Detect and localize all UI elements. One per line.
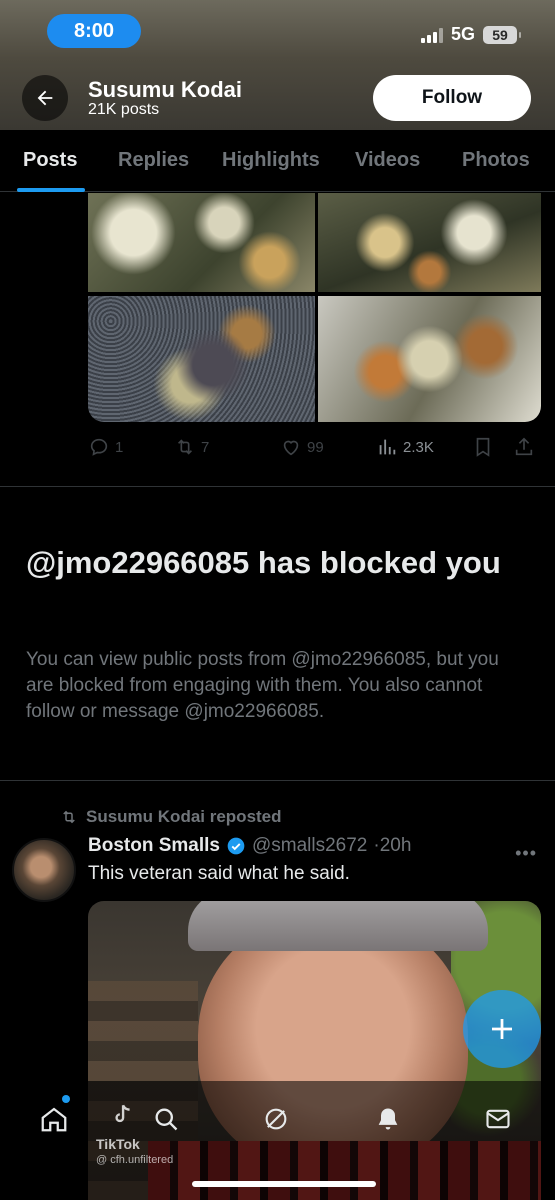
repost-label: Susumu Kodai reposted — [86, 807, 282, 826]
views-icon — [379, 439, 396, 455]
repost-count: 7 — [201, 438, 210, 456]
divider — [0, 780, 555, 781]
repost-icon — [177, 439, 193, 455]
share-icon — [515, 437, 533, 456]
repost-button[interactable]: 7 — [174, 436, 209, 458]
profile-header: 8:00 5G 59 Susumu Kodai 21K posts Follow — [0, 0, 555, 130]
watermark-app: TikTok — [96, 1136, 140, 1152]
profile-post-count: 21K posts — [88, 101, 160, 118]
like-button[interactable]: 99 — [280, 436, 324, 458]
tiktok-watermark: TikTok @ cfh.unfiltered — [96, 1136, 173, 1168]
reply-count: 1 — [115, 438, 124, 456]
post-media-grid — [88, 193, 541, 422]
tab-replies[interactable]: Replies — [118, 149, 189, 172]
more-options-icon[interactable]: ••• — [515, 843, 537, 864]
view-count: 2.3K — [403, 438, 434, 456]
active-tab-indicator — [17, 188, 85, 192]
nav-home[interactable] — [38, 1103, 70, 1135]
blocked-title: @jmo22966085 has blocked you — [26, 545, 501, 580]
avatar[interactable] — [12, 838, 76, 902]
bookmark-icon — [476, 437, 490, 457]
bookmark-button[interactable] — [472, 436, 494, 458]
search-icon — [155, 1108, 178, 1131]
profile-tabs: Posts Replies Highlights Videos Photos — [0, 130, 555, 192]
repost-indicator: Susumu Kodai reposted — [60, 807, 282, 827]
notification-dot — [62, 1095, 70, 1103]
tab-highlights[interactable]: Highlights — [222, 149, 320, 172]
heart-icon — [283, 440, 299, 456]
status-time: 8:00 — [47, 14, 141, 48]
nav-grok[interactable] — [260, 1103, 292, 1135]
nav-search[interactable] — [150, 1103, 182, 1135]
compose-post-button[interactable] — [463, 990, 541, 1068]
bell-icon — [378, 1108, 398, 1130]
signal-icon — [420, 27, 443, 43]
follow-button[interactable]: Follow — [373, 75, 531, 121]
repost-icon — [63, 810, 75, 824]
reply-button[interactable]: 1 — [88, 436, 123, 458]
battery-icon: 59 — [483, 25, 521, 44]
status-indicators: 5G 59 — [420, 24, 521, 45]
tab-photos[interactable]: Photos — [462, 149, 530, 172]
tweet-author: Boston Smalls @smalls2672 ·20h — [88, 835, 411, 857]
like-count: 99 — [307, 438, 324, 456]
blocked-description: You can view public posts from @jmo22966… — [26, 649, 499, 722]
grok-icon — [265, 1108, 287, 1130]
tweet-text: This veteran said what he said. — [88, 863, 350, 884]
tiktok-logo-icon — [106, 1099, 138, 1131]
envelope-icon — [486, 1109, 510, 1129]
back-button[interactable] — [22, 75, 68, 121]
author-handle[interactable]: @smalls2672 — [252, 835, 367, 857]
home-indicator — [192, 1181, 376, 1187]
video-person-cap — [188, 901, 488, 951]
post-photo[interactable] — [88, 193, 315, 292]
share-button[interactable] — [513, 436, 535, 458]
nav-messages[interactable] — [482, 1103, 514, 1135]
home-icon — [41, 1107, 67, 1132]
views-button[interactable]: 2.3K — [376, 436, 434, 458]
tab-posts[interactable]: Posts — [23, 149, 77, 172]
profile-name: Susumu Kodai — [88, 77, 243, 102]
nav-notifications[interactable] — [372, 1103, 404, 1135]
reply-icon — [90, 438, 108, 456]
verified-badge-icon — [227, 837, 245, 855]
post-photo[interactable] — [88, 296, 315, 422]
battery-level: 59 — [492, 26, 508, 43]
post-action-bar: 1 7 99 2.3K — [88, 436, 543, 458]
tweet-time: ·20h — [373, 835, 412, 856]
watermark-user: @ cfh.unfiltered — [96, 1154, 174, 1166]
network-label: 5G — [450, 24, 475, 44]
arrow-left-icon — [37, 90, 53, 106]
tab-videos[interactable]: Videos — [355, 149, 420, 172]
post-photo[interactable] — [318, 296, 541, 422]
author-name[interactable]: Boston Smalls — [88, 835, 220, 857]
post-photo[interactable] — [318, 193, 541, 292]
divider — [0, 486, 555, 487]
plus-icon — [492, 1019, 512, 1039]
